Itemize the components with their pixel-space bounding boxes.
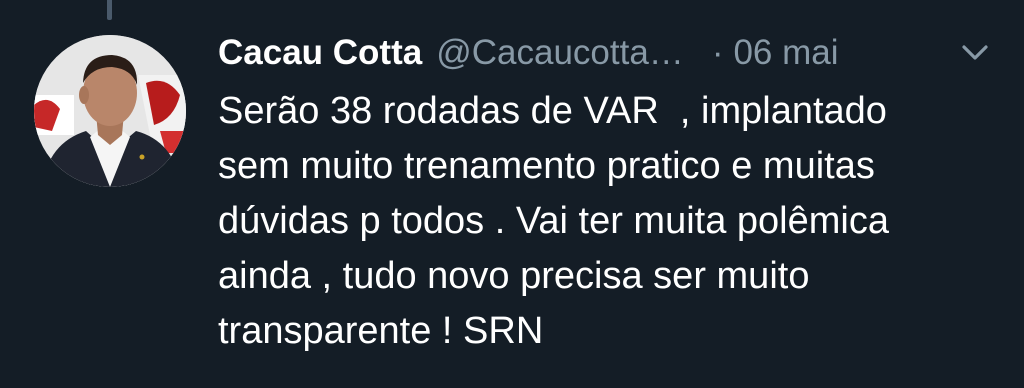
thread-connector-line <box>107 0 112 20</box>
tweet-body: Serão 38 rodadas de VAR , implantado sem… <box>218 84 1008 359</box>
avatar[interactable] <box>34 35 186 187</box>
tweet-text-line: ainda , tudo novo precisa ser muito <box>218 255 810 297</box>
chevron-down-icon[interactable] <box>958 40 992 64</box>
author-handle[interactable]: @Cacaucotta… <box>436 33 684 73</box>
profile-photo-icon <box>34 35 186 187</box>
tweet-date[interactable]: 06 mai <box>733 33 838 73</box>
author-display-name[interactable]: Cacau Cotta <box>218 33 422 73</box>
tweet-text-line: sem muito trenamento pratico e muitas <box>218 145 875 187</box>
tweet-text-line: Serão 38 rodadas de VAR , implantado <box>218 90 887 132</box>
tweet-header: Cacau Cotta @Cacaucotta… · 06 mai <box>218 28 998 78</box>
separator-dot: · <box>711 33 724 72</box>
tweet-text-line: transparente ! SRN <box>218 310 544 352</box>
tweet-text-line: dúvidas p todos . Vai ter muita polêmica <box>218 200 889 242</box>
